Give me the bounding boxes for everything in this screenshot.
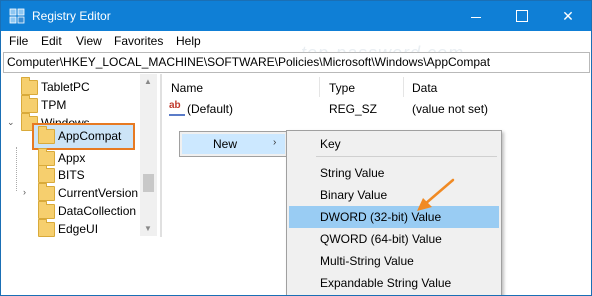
submenu-item-binary-value[interactable]: Binary Value [289, 184, 499, 206]
value-type: REG_SZ [329, 102, 378, 116]
column-header-type[interactable]: Type [329, 81, 355, 95]
minimize-button[interactable] [453, 1, 499, 31]
submenu-item-label: Key [320, 137, 341, 151]
folder-icon [38, 148, 55, 166]
submenu-item-key[interactable]: Key [289, 133, 499, 155]
chevron-right-icon[interactable]: › [23, 187, 26, 197]
folder-icon [21, 95, 38, 113]
tree-guide-line [16, 147, 18, 191]
value-data: (value not set) [412, 102, 489, 116]
submenu-arrow-icon: › [273, 137, 277, 148]
tree-item-label: DataCollection [58, 204, 137, 218]
title-bar[interactable]: Registry Editor ✕ [1, 1, 591, 31]
submenu-item-label: QWORD (64-bit) Value [320, 232, 442, 246]
close-button[interactable]: ✕ [545, 1, 591, 31]
folder-icon [21, 77, 38, 95]
context-menu-new[interactable]: New › [179, 131, 288, 157]
annotation-arrow-icon [417, 178, 455, 211]
submenu-item-qword-value[interactable]: QWORD (64-bit) Value [289, 228, 499, 250]
folder-icon [38, 183, 55, 201]
menu-file[interactable]: File [9, 34, 28, 48]
tree-scrollbar[interactable]: ▲ ▼ [140, 74, 157, 236]
address-path: Computer\HKEY_LOCAL_MACHINE\SOFTWARE\Pol… [7, 55, 491, 69]
scroll-up-icon[interactable]: ▲ [144, 77, 152, 86]
column-separator[interactable] [319, 77, 320, 97]
column-header-name[interactable]: Name [171, 81, 203, 95]
folder-icon [38, 219, 55, 237]
menu-view[interactable]: View [76, 34, 102, 48]
scrollbar-thumb[interactable] [143, 174, 154, 192]
folder-icon [38, 126, 55, 144]
menu-bar: File Edit View Favorites Help [1, 31, 591, 51]
chevron-down-icon[interactable]: ⌄ [7, 117, 15, 128]
registry-editor-window: Registry Editor ✕ File Edit View Favorit… [0, 0, 592, 296]
value-row-default[interactable]: ab (Default) REG_SZ (value not set) [169, 99, 589, 117]
submenu-item-dword-value[interactable]: DWORD (32-bit) Value [289, 206, 499, 228]
submenu-item-expandable-string-value[interactable]: Expandable String Value [289, 272, 499, 294]
tree-item-label: Appx [58, 151, 86, 165]
context-menu-new-label: New [213, 137, 238, 151]
value-name: (Default) [187, 102, 234, 116]
tree-item-label: TPM [41, 98, 67, 112]
tree-item-label: BITS [58, 168, 85, 182]
submenu-separator [316, 156, 497, 157]
tree-item-label: AppCompat [58, 129, 122, 143]
submenu-item-multi-string-value[interactable]: Multi-String Value [289, 250, 499, 272]
folder-icon [38, 165, 55, 183]
column-separator[interactable] [403, 77, 404, 97]
submenu-item-label: Expandable String Value [320, 276, 452, 290]
folder-icon [38, 201, 55, 219]
pane-splitter[interactable] [160, 74, 162, 237]
close-icon: ✕ [562, 8, 574, 24]
minimize-icon [471, 16, 481, 18]
submenu-item-label: String Value [320, 166, 385, 180]
string-value-icon: ab [169, 100, 185, 116]
submenu-item-string-value[interactable]: String Value [289, 162, 499, 184]
registry-editor-icon [9, 8, 25, 24]
window-title: Registry Editor [32, 9, 111, 23]
tree-item-label: CurrentVersion [58, 186, 139, 200]
submenu-item-label: Binary Value [320, 188, 388, 202]
tree-item-label: EdgeUI [58, 222, 99, 236]
column-header-data[interactable]: Data [412, 81, 437, 95]
address-bar[interactable]: Computer\HKEY_LOCAL_MACHINE\SOFTWARE\Pol… [3, 52, 590, 73]
submenu-item-label: Multi-String Value [320, 254, 414, 268]
scroll-down-icon[interactable]: ▼ [144, 224, 152, 233]
maximize-icon [516, 10, 528, 23]
new-submenu: Key String Value Binary Value DWORD (32-… [286, 130, 502, 295]
tree-item-label: TabletPC [41, 80, 90, 94]
menu-help[interactable]: Help [176, 34, 201, 48]
menu-favorites[interactable]: Favorites [114, 34, 163, 48]
menu-edit[interactable]: Edit [41, 34, 62, 48]
maximize-button[interactable] [499, 1, 545, 31]
